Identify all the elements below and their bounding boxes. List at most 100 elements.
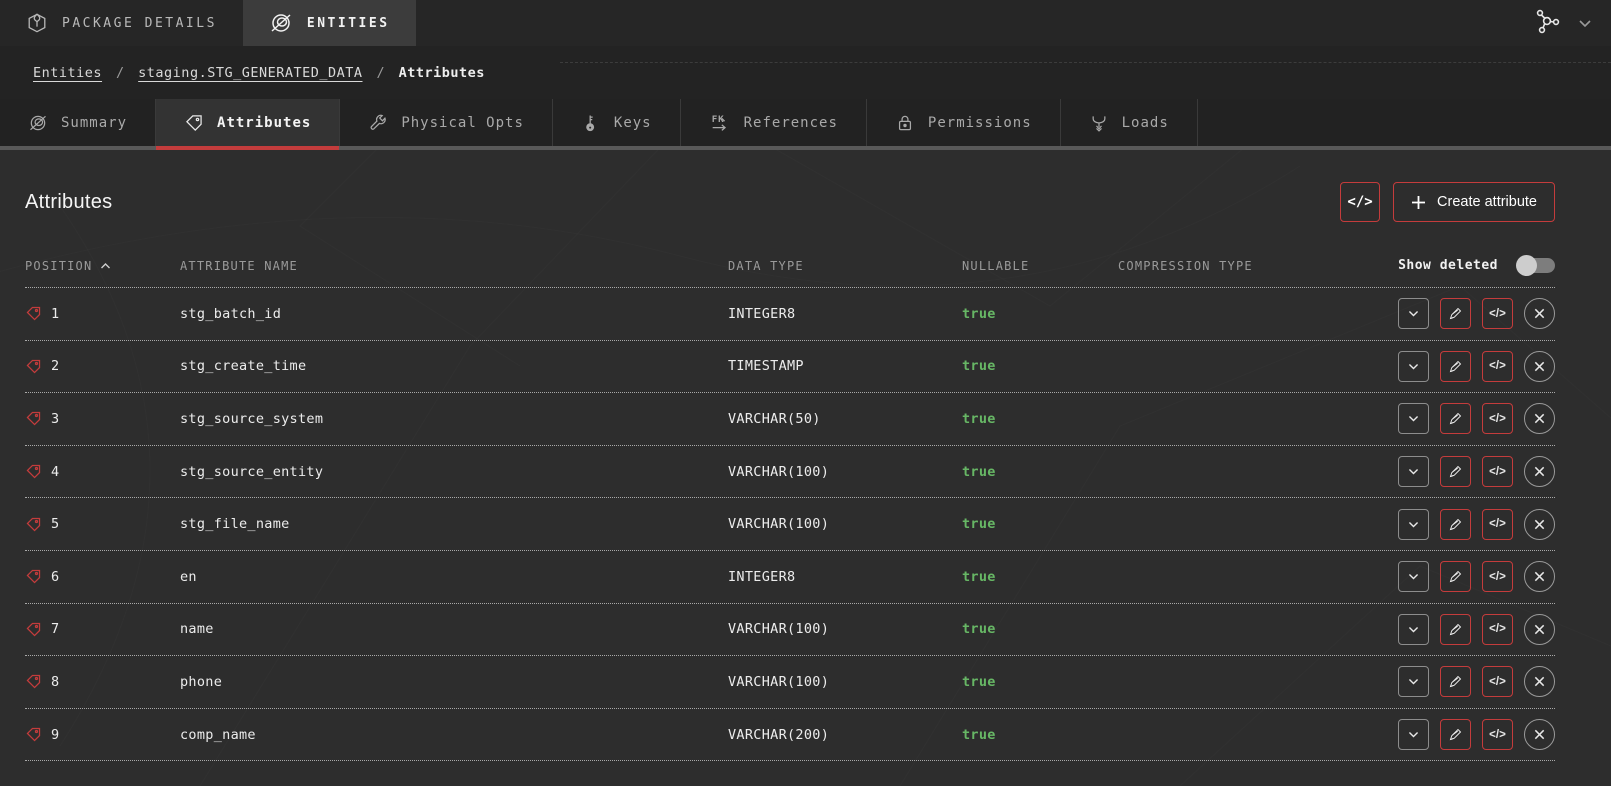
- breadcrumb-separator: /: [377, 65, 385, 81]
- attribute-code-button[interactable]: </>: [1482, 561, 1513, 592]
- attribute-data-type: VARCHAR(100): [728, 464, 962, 480]
- expand-row-button[interactable]: [1398, 719, 1429, 750]
- attribute-row: 8 phone VARCHAR(100) true </>: [25, 656, 1555, 709]
- expand-row-button[interactable]: [1398, 456, 1429, 487]
- attribute-row: 1 stg_batch_id INTEGER8 true </>: [25, 288, 1555, 341]
- breadcrumb: Entities / staging.STG_GENERATED_DATA / …: [0, 46, 1611, 99]
- tab-attributes[interactable]: Attributes: [156, 99, 340, 150]
- column-header-position[interactable]: POSITION: [25, 259, 180, 273]
- attribute-name: stg_create_time: [180, 358, 728, 374]
- attribute-nullable: true: [962, 621, 1118, 637]
- expand-row-button[interactable]: [1398, 561, 1429, 592]
- attribute-name: name: [180, 621, 728, 637]
- attribute-data-type: VARCHAR(50): [728, 411, 962, 427]
- column-header-compression-type[interactable]: COMPRESSION TYPE: [1118, 259, 1390, 273]
- attribute-code-button[interactable]: </>: [1482, 298, 1513, 329]
- delete-attribute-button[interactable]: [1524, 298, 1555, 329]
- create-attribute-button[interactable]: Create attribute: [1393, 182, 1555, 222]
- tag-icon: [25, 305, 42, 322]
- attribute-data-type: INTEGER8: [728, 569, 962, 585]
- breadcrumb-current-page: Attributes: [399, 65, 485, 81]
- tab-label: References: [744, 115, 838, 131]
- expand-row-button[interactable]: [1398, 351, 1429, 382]
- tag-icon: [25, 673, 42, 690]
- edit-attribute-button[interactable]: [1440, 666, 1471, 697]
- tab-keys[interactable]: Keys: [553, 99, 681, 150]
- attribute-code-button[interactable]: </>: [1482, 403, 1513, 434]
- attribute-position: 4: [51, 464, 59, 480]
- attributes-page: Attributes </> Create attribute POSITION: [0, 182, 1611, 761]
- attribute-code-button[interactable]: </>: [1482, 666, 1513, 697]
- chevron-down-icon[interactable]: [1577, 15, 1593, 31]
- tag-icon: [25, 516, 42, 533]
- delete-attribute-button[interactable]: [1524, 351, 1555, 382]
- attribute-nullable: true: [962, 358, 1118, 374]
- edit-attribute-button[interactable]: [1440, 509, 1471, 540]
- view-code-button[interactable]: </>: [1340, 182, 1380, 222]
- attribute-code-button[interactable]: </>: [1482, 456, 1513, 487]
- tab-label: Loads: [1122, 115, 1169, 131]
- topbar-tab-entities[interactable]: ENTITIES: [243, 0, 416, 46]
- topbar-tab-label: PACKAGE DETAILS: [62, 16, 217, 31]
- tag-icon: [25, 358, 42, 375]
- attribute-row: 4 stg_source_entity VARCHAR(100) true </…: [25, 446, 1555, 499]
- top-bar: PACKAGE DETAILS ENTITIES: [0, 0, 1611, 46]
- expand-row-button[interactable]: [1398, 614, 1429, 645]
- breadcrumb-entity-name[interactable]: staging.STG_GENERATED_DATA: [138, 65, 362, 81]
- tag-icon: [25, 463, 42, 480]
- attribute-code-button[interactable]: </>: [1482, 509, 1513, 540]
- tab-summary[interactable]: Summary: [0, 99, 156, 150]
- expand-row-button[interactable]: [1398, 509, 1429, 540]
- column-header-nullable[interactable]: NULLABLE: [962, 259, 1118, 273]
- delete-attribute-button[interactable]: [1524, 456, 1555, 487]
- edit-attribute-button[interactable]: [1440, 403, 1471, 434]
- delete-attribute-button[interactable]: [1524, 614, 1555, 645]
- edit-attribute-button[interactable]: [1440, 561, 1471, 592]
- attribute-code-button[interactable]: </>: [1482, 614, 1513, 645]
- tab-loads[interactable]: Loads: [1061, 99, 1198, 150]
- tab-label: Summary: [61, 115, 127, 131]
- delete-attribute-button[interactable]: [1524, 666, 1555, 697]
- lock-icon: [895, 113, 915, 133]
- breadcrumb-separator: /: [116, 65, 124, 81]
- show-deleted-toggle[interactable]: [1518, 258, 1555, 273]
- edit-attribute-button[interactable]: [1440, 719, 1471, 750]
- attribute-name: comp_name: [180, 727, 728, 743]
- tab-references[interactable]: FK References: [681, 99, 867, 150]
- delete-attribute-button[interactable]: [1524, 403, 1555, 434]
- attribute-row: 6 en INTEGER8 true </>: [25, 551, 1555, 604]
- delete-attribute-button[interactable]: [1524, 719, 1555, 750]
- expand-row-button[interactable]: [1398, 403, 1429, 434]
- attribute-name: stg_batch_id: [180, 306, 728, 322]
- tab-physical-opts[interactable]: Physical Opts: [340, 99, 553, 150]
- edit-attribute-button[interactable]: [1440, 456, 1471, 487]
- edit-attribute-button[interactable]: [1440, 298, 1471, 329]
- attributes-table-header: POSITION ATTRIBUTE NAME DATA TYPE NULLAB…: [25, 244, 1555, 288]
- tab-permissions[interactable]: Permissions: [867, 99, 1061, 150]
- key-icon: [581, 113, 601, 133]
- entity-icon: [269, 11, 293, 35]
- attribute-code-button[interactable]: </>: [1482, 719, 1513, 750]
- attribute-nullable: true: [962, 306, 1118, 322]
- network-icon[interactable]: [1531, 8, 1561, 38]
- column-header-data-type[interactable]: DATA TYPE: [728, 259, 962, 273]
- delete-attribute-button[interactable]: [1524, 509, 1555, 540]
- tag-icon: [25, 621, 42, 638]
- topbar-tab-label: ENTITIES: [307, 16, 390, 31]
- attribute-name: en: [180, 569, 728, 585]
- tab-label: Permissions: [928, 115, 1032, 131]
- attribute-nullable: true: [962, 569, 1118, 585]
- attribute-position: 5: [51, 516, 59, 532]
- edit-attribute-button[interactable]: [1440, 351, 1471, 382]
- edit-attribute-button[interactable]: [1440, 614, 1471, 645]
- column-header-attribute-name[interactable]: ATTRIBUTE NAME: [180, 259, 728, 273]
- attribute-data-type: VARCHAR(100): [728, 621, 962, 637]
- breadcrumb-entities[interactable]: Entities: [33, 65, 102, 81]
- topbar-tab-package-details[interactable]: PACKAGE DETAILS: [0, 0, 243, 46]
- delete-attribute-button[interactable]: [1524, 561, 1555, 592]
- expand-row-button[interactable]: [1398, 298, 1429, 329]
- attribute-rows: 1 stg_batch_id INTEGER8 true </>: [25, 288, 1555, 761]
- attribute-code-button[interactable]: </>: [1482, 351, 1513, 382]
- attribute-name: stg_source_system: [180, 411, 728, 427]
- expand-row-button[interactable]: [1398, 666, 1429, 697]
